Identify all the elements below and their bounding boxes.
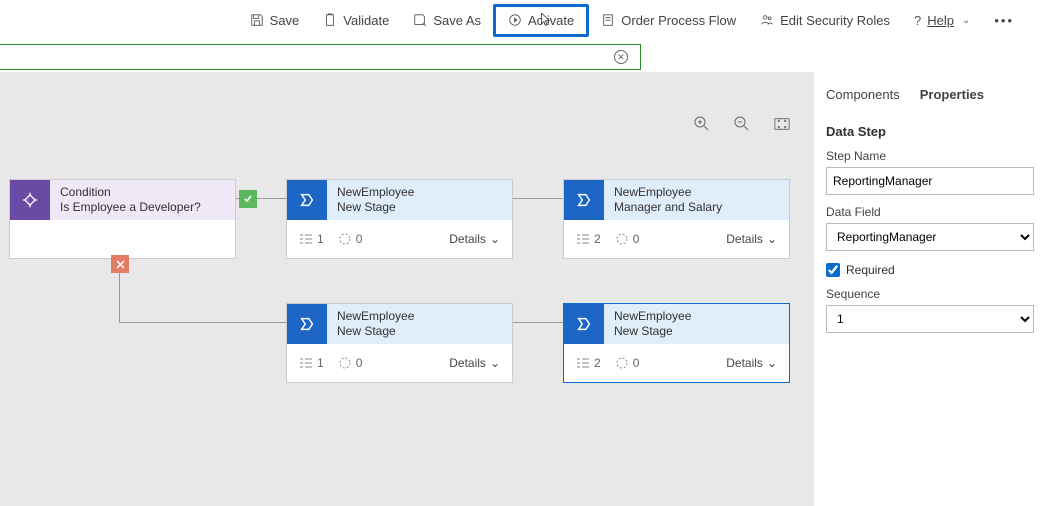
yes-badge: [239, 190, 257, 208]
stage-entity: NewEmployee: [614, 185, 779, 200]
close-icon[interactable]: ✕: [614, 50, 628, 64]
steps-icon: [576, 232, 590, 246]
help-button[interactable]: ? Help ⌄: [902, 7, 982, 34]
condition-subtitle: Is Employee a Developer?: [60, 200, 225, 215]
canvas-tools: [694, 116, 790, 132]
validate-label: Validate: [343, 13, 389, 28]
steps-count: 1: [317, 356, 324, 370]
required-checkbox[interactable]: [826, 263, 840, 277]
details-toggle[interactable]: Details⌄: [726, 356, 777, 370]
sequence-label: Sequence: [826, 287, 1034, 301]
save-as-label: Save As: [433, 13, 481, 28]
success-bar: ✕: [0, 44, 641, 70]
duration-icon: [615, 232, 629, 246]
stage-node[interactable]: NewEmployee New Stage 1 0 Details⌄: [286, 179, 513, 259]
condition-title: Condition: [60, 185, 225, 200]
stage-icon: [564, 180, 604, 220]
duration-count: 0: [633, 356, 640, 370]
details-toggle[interactable]: Details⌄: [449, 232, 500, 246]
validate-button[interactable]: Validate: [311, 7, 401, 34]
connector: [513, 198, 563, 199]
security-icon: [760, 13, 774, 27]
chevron-down-icon: ⌄: [490, 232, 500, 246]
chevron-down-icon: ⌄: [490, 356, 500, 370]
save-button[interactable]: Save: [238, 7, 312, 34]
duration-icon: [338, 232, 352, 246]
data-field-select[interactable]: ReportingManager: [826, 223, 1034, 251]
edit-security-roles-button[interactable]: Edit Security Roles: [748, 7, 902, 34]
stage-node-selected[interactable]: NewEmployee New Stage 2 0 Details⌄: [563, 303, 790, 383]
duration-count: 0: [356, 232, 363, 246]
details-toggle[interactable]: Details⌄: [449, 356, 500, 370]
security-label: Edit Security Roles: [780, 13, 890, 28]
steps-icon: [299, 356, 313, 370]
zoom-in-icon[interactable]: [694, 116, 710, 132]
sequence-select[interactable]: 1: [826, 305, 1034, 333]
order-process-flow-button[interactable]: Order Process Flow: [589, 7, 748, 34]
stage-node[interactable]: NewEmployee New Stage 1 0 Details⌄: [286, 303, 513, 383]
step-name-input[interactable]: [826, 167, 1034, 195]
steps-count: 1: [317, 232, 324, 246]
tab-properties[interactable]: Properties: [920, 87, 984, 102]
stage-name: New Stage: [614, 324, 779, 339]
stage-name: New Stage: [337, 200, 502, 215]
activate-icon: [508, 13, 522, 27]
duration-count: 0: [356, 356, 363, 370]
required-label: Required: [846, 263, 895, 277]
properties-panel: Components Properties Data Step Step Nam…: [814, 72, 1046, 506]
stage-entity: NewEmployee: [614, 309, 779, 324]
chevron-down-icon: ⌄: [767, 232, 777, 246]
save-label: Save: [270, 13, 300, 28]
stage-entity: NewEmployee: [337, 185, 502, 200]
details-toggle[interactable]: Details⌄: [726, 232, 777, 246]
tab-components[interactable]: Components: [826, 87, 900, 102]
steps-count: 2: [594, 356, 601, 370]
condition-icon: [10, 180, 50, 220]
activate-label: Activate: [528, 13, 574, 28]
fit-screen-icon[interactable]: [774, 116, 790, 132]
stage-node[interactable]: NewEmployee Manager and Salary 2 0 Detai…: [563, 179, 790, 259]
stage-icon: [287, 180, 327, 220]
help-label: Help: [927, 13, 954, 28]
step-name-label: Step Name: [826, 149, 1034, 163]
save-as-button[interactable]: Save As: [401, 7, 493, 34]
stage-icon: [287, 304, 327, 344]
save-icon: [250, 13, 264, 27]
steps-icon: [299, 232, 313, 246]
stage-name: Manager and Salary: [614, 200, 779, 215]
help-icon: ?: [914, 13, 921, 28]
condition-node[interactable]: Condition Is Employee a Developer?: [9, 179, 236, 259]
chevron-down-icon: ⌄: [767, 356, 777, 370]
steps-icon: [576, 356, 590, 370]
toolbar: Save Validate Save As Activate Order Pro…: [0, 0, 1046, 40]
no-badge: [111, 255, 129, 273]
flow-icon: [601, 13, 615, 27]
activate-button[interactable]: Activate: [493, 4, 589, 37]
zoom-out-icon[interactable]: [734, 116, 750, 132]
connector: [119, 322, 286, 323]
more-button[interactable]: •••: [982, 7, 1026, 34]
duration-count: 0: [633, 232, 640, 246]
duration-icon: [615, 356, 629, 370]
stage-entity: NewEmployee: [337, 309, 502, 324]
chevron-down-icon: ⌄: [962, 15, 970, 26]
duration-icon: [338, 356, 352, 370]
canvas[interactable]: Condition Is Employee a Developer? NewEm…: [0, 72, 814, 506]
stage-name: New Stage: [337, 324, 502, 339]
connector: [513, 322, 563, 323]
steps-count: 2: [594, 232, 601, 246]
clipboard-icon: [323, 13, 337, 27]
stage-icon: [564, 304, 604, 344]
section-title: Data Step: [826, 124, 1034, 139]
save-as-icon: [413, 13, 427, 27]
order-flow-label: Order Process Flow: [621, 13, 736, 28]
data-field-label: Data Field: [826, 205, 1034, 219]
